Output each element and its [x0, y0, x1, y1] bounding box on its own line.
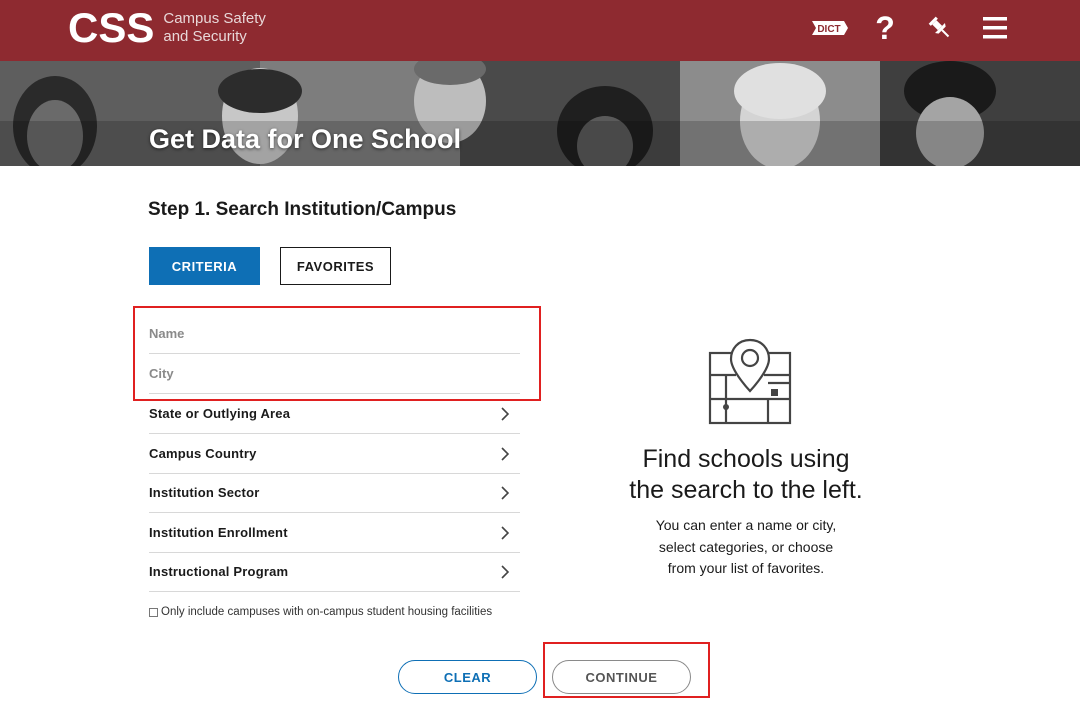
- housing-checkbox[interactable]: [149, 607, 158, 617]
- top-bar: CSS Campus Safety and Security DICT ?: [0, 0, 1080, 61]
- category-sector[interactable]: Institution Sector: [149, 473, 520, 513]
- city-field-row: [149, 354, 520, 394]
- map-pin-icon: [708, 338, 792, 425]
- category-program[interactable]: Instructional Program: [149, 552, 520, 592]
- dictionary-icon[interactable]: DICT: [810, 12, 850, 44]
- page-title: Get Data for One School: [149, 124, 462, 154]
- category-label: Institution Sector: [149, 485, 260, 500]
- menu-icon[interactable]: [980, 12, 1010, 44]
- tab-criteria[interactable]: CRITERIA: [149, 247, 260, 285]
- logo-line-1: Campus Safety: [163, 10, 266, 27]
- logo-mark: CSS: [68, 4, 155, 51]
- info-title-line-1: Find schools using: [642, 445, 850, 473]
- info-text-line-2: select categories, or choose: [658, 538, 834, 555]
- housing-label: Only include campuses with on-campus stu…: [161, 606, 493, 618]
- dictionary-label: DICT: [817, 24, 840, 35]
- city-input[interactable]: [149, 366, 520, 381]
- chevron-right-icon: [501, 406, 510, 421]
- name-field-row: [149, 314, 520, 354]
- info-text-line-3: from your list of favorites.: [667, 560, 825, 576]
- info-text-line-1: You can enter a name or city,: [655, 517, 837, 533]
- housing-option[interactable]: Only include campuses with on-campus stu…: [149, 606, 492, 618]
- logo-line-2: and Security: [163, 28, 247, 45]
- logo[interactable]: CSS Campus Safety and Security: [68, 6, 266, 50]
- step-title: Step 1. Search Institution/Campus: [148, 199, 457, 220]
- chevron-right-icon: [501, 446, 510, 461]
- category-country[interactable]: Campus Country: [149, 434, 520, 474]
- chevron-right-icon: [501, 525, 510, 540]
- pin-icon[interactable]: [925, 12, 955, 44]
- name-input[interactable]: [149, 326, 520, 341]
- category-label: State or Outlying Area: [149, 406, 291, 421]
- category-label: Instructional Program: [149, 564, 289, 579]
- tab-favorites[interactable]: FAVORITES: [280, 247, 391, 285]
- continue-button[interactable]: CONTINUE: [552, 660, 691, 694]
- info-text: You can enter a name or city, select cat…: [596, 515, 896, 580]
- help-glyph: ?: [875, 10, 895, 46]
- clear-button[interactable]: CLEAR: [398, 660, 537, 694]
- category-enrollment[interactable]: Institution Enrollment: [149, 513, 520, 553]
- logo-subtitle: Campus Safety and Security: [163, 10, 266, 46]
- category-state[interactable]: State or Outlying Area: [149, 394, 520, 434]
- chevron-right-icon: [501, 564, 510, 579]
- info-title-line-2: the search to the left.: [629, 476, 863, 504]
- chevron-right-icon: [501, 485, 510, 500]
- category-label: Institution Enrollment: [149, 525, 288, 540]
- info-title: Find schools using the search to the lef…: [596, 444, 896, 506]
- help-icon[interactable]: ?: [870, 12, 900, 44]
- category-label: Campus Country: [149, 446, 257, 461]
- hero-banner: Get Data for One School: [0, 61, 1080, 166]
